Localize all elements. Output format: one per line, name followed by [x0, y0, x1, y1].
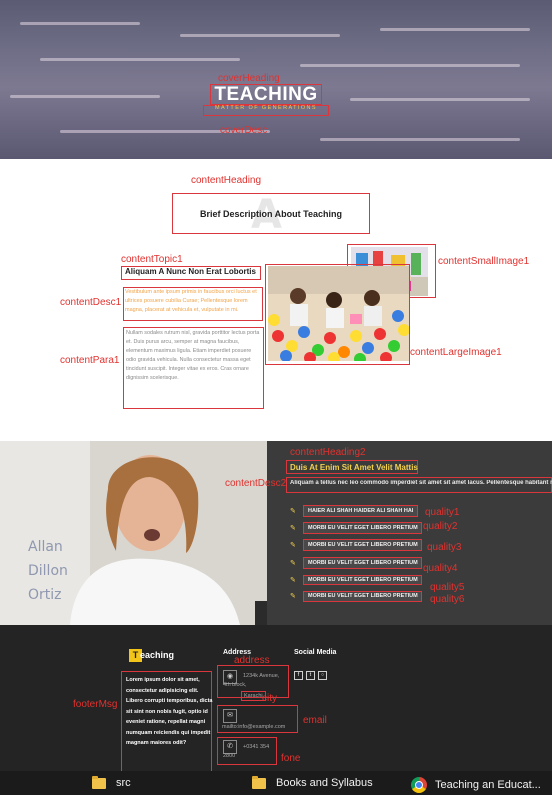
annotation-email: email — [303, 715, 327, 726]
annotation-box-quality2 — [303, 522, 422, 534]
annotation-quality6: quality6 — [430, 594, 465, 605]
content-topic1: Aliquam A Nunc Non Erat Lobortis — [125, 267, 256, 276]
content-heading2: Duis At Enim Sit Amet Velit Mattis — [290, 463, 418, 472]
content-para1: Nullam sodales rutrum nisl, gravida port… — [126, 330, 260, 381]
annotation-city: city — [262, 693, 277, 704]
svg-text:Dillon: Dillon — [28, 563, 68, 579]
annotation-box-content-heading — [172, 193, 370, 234]
annotation-content-heading2: contentHeading2 — [290, 447, 366, 458]
annotation-quality4: quality4 — [423, 563, 458, 574]
taskbar-label: src — [116, 777, 131, 789]
annotation-content-desc2: contentDesc2 — [225, 478, 287, 489]
content-desc1: Vestibulum ante ipsum primis in faucibus… — [125, 289, 257, 313]
annotation-footer-msg: footerMsg — [73, 699, 118, 710]
taskbar-item-src[interactable]: src — [92, 775, 131, 789]
annotation-box-quality5 — [303, 575, 422, 585]
annotation-box-quality4 — [303, 557, 422, 569]
teacher-image: Allan Dillon Ortiz — [0, 441, 267, 625]
annotation-content-small-image: contentSmallImage1 — [438, 256, 530, 267]
pencil-icon: ✎ — [290, 576, 296, 584]
folder-icon — [252, 775, 266, 789]
taskbar-item-chrome[interactable]: Teaching an Educat... — [411, 777, 541, 793]
pencil-icon: ✎ — [290, 507, 296, 515]
annotation-content-large-image: contentLargeImage1 — [410, 347, 502, 358]
annotation-box-quality1 — [303, 505, 418, 517]
taskbar-label: Teaching an Educat... — [435, 779, 541, 791]
email-text[interactable]: mailto:info@example.com — [222, 723, 285, 732]
social-media-title: Social Media — [294, 649, 337, 656]
twitter-icon[interactable]: t — [306, 671, 315, 680]
pencil-icon: ✎ — [290, 524, 296, 532]
annotation-content-heading: contentHeading — [191, 175, 262, 186]
annotation-quality3: quality3 — [427, 542, 462, 553]
annotation-quality1: quality1 — [425, 507, 460, 518]
annotation-content-desc1: contentDesc1 — [60, 297, 122, 308]
envelope-icon: ✉ — [223, 709, 237, 723]
taskbar-label: Books and Syllabus — [276, 777, 373, 789]
svg-text:Ortiz: Ortiz — [28, 587, 62, 603]
pencil-icon: ✎ — [290, 592, 296, 600]
annotation-fone: fone — [281, 753, 301, 764]
annotation-content-para1: contentPara1 — [60, 355, 120, 366]
annotation-cover-desc: coverDesc — [220, 125, 268, 136]
phone-text: +0341 354 2800 — [223, 744, 270, 759]
annotation-content-topic1: contentTopic1 — [121, 254, 183, 265]
facebook-icon[interactable]: f — [294, 671, 303, 680]
chrome-icon — [411, 777, 427, 793]
folder-icon — [92, 775, 106, 789]
annotation-quality2: quality2 — [423, 521, 458, 532]
annotation-box-large-image — [265, 264, 410, 365]
content-desc2: Aliquam a tellus nec leo commodo imperdi… — [290, 480, 552, 486]
cover-desc: MATTER OF GENERATIONS — [215, 105, 317, 111]
pencil-icon: ✎ — [290, 559, 296, 567]
annotation-box-quality3 — [303, 539, 422, 551]
instagram-icon[interactable]: ○ — [318, 671, 327, 680]
annotation-cover-heading: coverHeading — [218, 73, 280, 84]
cover-heading: TEACHING — [214, 84, 318, 105]
footer-message: Lorem ipsum dolor sit amet, consectetur … — [126, 677, 213, 746]
annotation-box-quality6 — [303, 591, 422, 602]
pencil-icon: ✎ — [290, 541, 296, 549]
taskbar-item-books[interactable]: Books and Syllabus — [252, 775, 373, 789]
address-line: 1234k Avenue, 4th block, — [223, 673, 280, 688]
logo-text: eaching — [140, 650, 175, 660]
svg-text:Allan: Allan — [28, 539, 63, 555]
annotation-quality5: quality5 — [430, 582, 465, 593]
